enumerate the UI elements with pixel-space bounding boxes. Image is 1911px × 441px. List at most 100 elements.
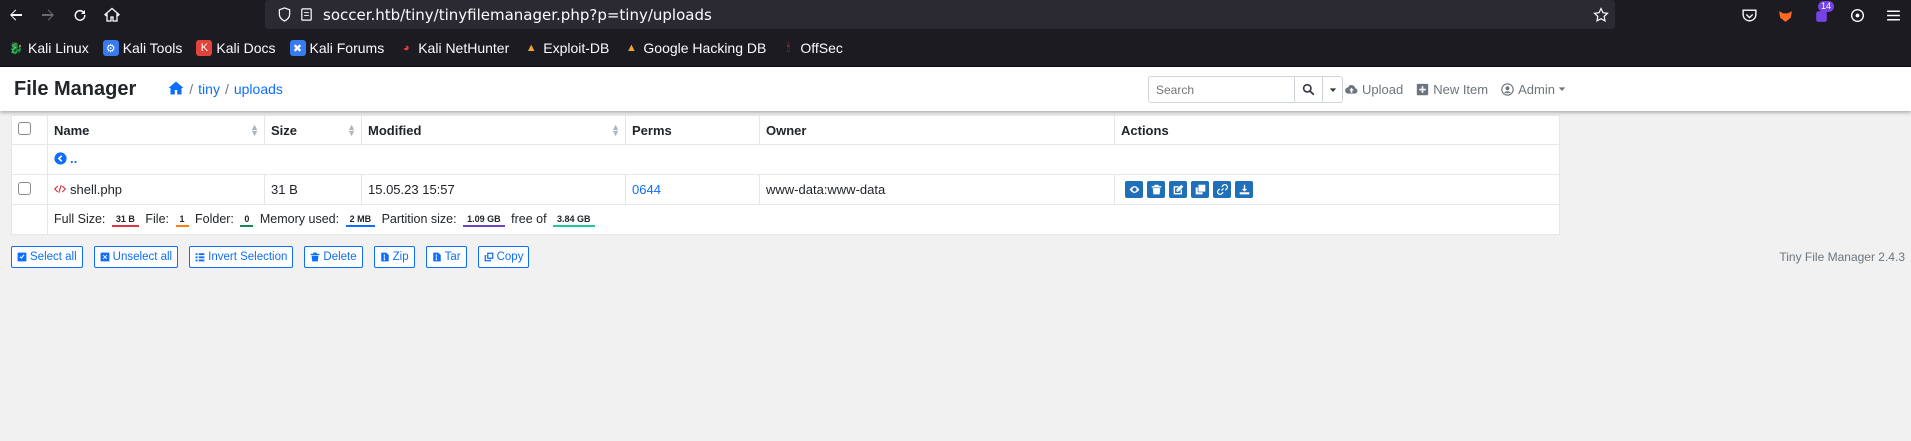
bookmark-star-icon[interactable] — [1593, 0, 1609, 29]
parent-dir-link[interactable]: .. — [54, 151, 77, 166]
admin-menu[interactable]: Admin — [1501, 82, 1570, 97]
unselect-all-button[interactable]: Unselect all — [93, 246, 179, 268]
col-perms-label: Perms — [632, 122, 672, 138]
app-navbar: File Manager / tiny / uploads Upload New… — [0, 67, 1911, 111]
invert-selection-button[interactable]: Invert Selection — [189, 246, 294, 268]
menu-icon[interactable] — [1875, 0, 1911, 30]
partition-size-badge: 1.09 GB — [463, 213, 505, 227]
url-bar[interactable]: soccer.htb/tiny/tinyfilemanager.php?p=ti… — [265, 0, 1615, 29]
memory-used-badge: 2 MB — [345, 213, 376, 227]
delete-label: Delete — [323, 251, 357, 263]
file-archive-icon — [380, 252, 389, 262]
rename-button[interactable] — [1169, 181, 1187, 198]
reload-button[interactable] — [64, 0, 96, 30]
select-all-checkbox[interactable] — [18, 122, 31, 135]
tar-label: Tar — [444, 251, 461, 263]
row-checkbox[interactable] — [18, 181, 31, 195]
pocket-icon[interactable] — [1731, 0, 1767, 30]
invert-selection-label: Invert Selection — [208, 251, 288, 263]
select-all-button[interactable]: Select all — [11, 246, 83, 268]
search-icon — [1302, 83, 1315, 96]
bookmark-kali-nethunter[interactable]: ◕ Kali NetHunter — [398, 40, 509, 56]
foxyproxy-icon[interactable] — [1767, 0, 1803, 30]
bookmark-offsec[interactable]: 🕯 OffSec — [780, 40, 843, 56]
check-square-icon — [17, 252, 27, 262]
caret-down-icon — [1329, 87, 1336, 92]
perms-link[interactable]: 0644 — [632, 182, 661, 197]
file-perms-cell: 0644 — [625, 174, 760, 205]
memory-used-label: Memory used: — [259, 212, 340, 227]
brand-title[interactable]: File Manager — [14, 78, 136, 101]
tar-button[interactable]: Tar — [425, 246, 467, 268]
col-name[interactable]: Name ▲ ▼ — [47, 115, 265, 145]
bookmark-label: Google Hacking DB — [643, 40, 767, 56]
direct-link-button[interactable] — [1213, 181, 1231, 198]
home-icon[interactable] — [168, 80, 184, 99]
full-size-badge: 31 B — [111, 213, 139, 227]
file-modified-cell: 15.05.23 15:57 — [361, 174, 626, 205]
bookmark-google-hacking-db[interactable]: ▲ Google Hacking DB — [623, 40, 766, 56]
delete-file-button[interactable] — [1147, 181, 1165, 198]
col-size[interactable]: Size ▲ ▼ — [264, 115, 362, 145]
delete-button[interactable]: Delete — [304, 246, 363, 268]
col-size-label: Size — [271, 122, 298, 138]
extension-icon[interactable]: 14 — [1803, 0, 1839, 30]
full-size-label: Full Size: — [54, 212, 106, 227]
col-owner-label: Owner — [766, 122, 807, 138]
search-button[interactable] — [1295, 76, 1323, 103]
kali-tools-icon: ⚙ — [102, 40, 119, 56]
file-link[interactable]: shell.php — [54, 182, 122, 197]
copy-button[interactable]: Copy — [477, 246, 530, 268]
breadcrumb-uploads[interactable]: uploads — [234, 81, 283, 97]
bookmark-label: Kali NetHunter — [418, 40, 510, 56]
col-name-label: Name — [54, 122, 90, 138]
plus-square-icon — [1417, 83, 1429, 95]
exploit-db-icon: ▲ — [525, 42, 537, 54]
breadcrumb-separator: / — [224, 81, 229, 97]
bulk-actions: Select all Unselect all Invert Selection… — [11, 246, 530, 268]
free-of-badge: 3.84 GB — [553, 213, 595, 227]
shield-icon[interactable] — [273, 0, 295, 29]
breadcrumb-separator: / — [189, 81, 194, 97]
search-input[interactable] — [1148, 76, 1295, 103]
code-file-icon — [54, 185, 66, 194]
col-actions: Actions — [1114, 115, 1560, 145]
extensions-puzzle-icon[interactable] — [1839, 0, 1875, 30]
bookmark-kali-tools[interactable]: ⚙ Kali Tools — [102, 40, 182, 56]
table-header-row: Name ▲ ▼ Size ▲ ▼ Modified ▲ ▼ Perms Owner Act… — [11, 115, 1560, 145]
bookmark-exploit-db[interactable]: ▲ Exploit-DB — [523, 40, 610, 56]
breadcrumb-tiny[interactable]: tiny — [198, 81, 220, 97]
col-actions-label: Actions — [1121, 122, 1169, 138]
col-modified[interactable]: Modified ▲ ▼ — [361, 115, 626, 145]
file-table: Name ▲ ▼ Size ▲ ▼ Modified ▲ ▼ Perms Owner Act… — [11, 115, 1560, 235]
home-button[interactable] — [96, 0, 128, 30]
forward-button[interactable] — [32, 0, 64, 30]
view-button[interactable] — [1125, 181, 1143, 198]
copy-file-button[interactable] — [1191, 181, 1209, 198]
nethunter-icon: ◕ — [402, 42, 410, 54]
list-icon — [195, 253, 205, 262]
partition-size-label: Partition size: — [381, 212, 457, 227]
file-name: shell.php — [70, 181, 123, 197]
zip-button[interactable]: Zip — [373, 246, 415, 268]
download-button[interactable] — [1235, 181, 1253, 198]
free-of-label: free of — [511, 212, 547, 227]
admin-label: Admin — [1518, 81, 1555, 97]
page-info-icon[interactable] — [295, 0, 317, 29]
parent-dir-cell: .. — [47, 144, 1560, 175]
search-dropdown-button[interactable] — [1323, 76, 1343, 103]
stats-cell: Full Size: 31 B File: 1 Folder: 0 Memory… — [47, 204, 1560, 235]
parent-dir-label: .. — [70, 151, 78, 166]
bookmark-label: Kali Forums — [309, 40, 385, 56]
bookmark-kali-forums[interactable]: ✖ Kali Forums — [289, 40, 385, 56]
kali-dragon-icon: 🐉 — [9, 42, 23, 55]
bookmark-kali-linux[interactable]: 🐉 Kali Linux — [8, 40, 89, 56]
back-button[interactable] — [0, 0, 32, 30]
col-perms: Perms — [625, 115, 760, 145]
user-circle-icon — [1501, 82, 1514, 96]
upload-link[interactable]: Upload — [1345, 82, 1403, 97]
bookmark-kali-docs[interactable]: K Kali Docs — [196, 40, 276, 56]
empty-cell — [11, 204, 48, 235]
download-icon — [1239, 184, 1249, 195]
new-item-link[interactable]: New Item — [1416, 82, 1488, 97]
